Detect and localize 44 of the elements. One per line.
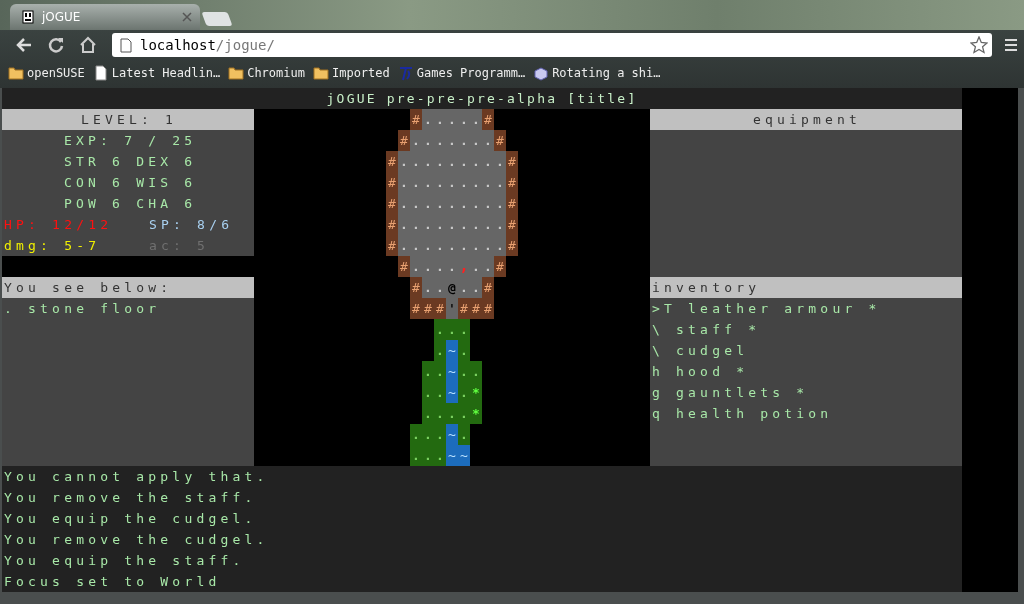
bookmark-item[interactable]: Chromium	[228, 65, 305, 81]
inventory-item[interactable]: h hood *	[650, 361, 962, 382]
panel-header: equipment	[650, 109, 962, 130]
inventory-item[interactable]: \ staff *	[650, 319, 962, 340]
menu-icon[interactable]	[1004, 38, 1018, 52]
bookmark-item[interactable]: openSUSE	[8, 65, 85, 81]
reload-icon[interactable]	[46, 35, 66, 55]
log-message: You remove the staff.	[3, 489, 258, 507]
new-tab-button[interactable]	[201, 12, 233, 26]
panel-header: inventory	[650, 277, 962, 298]
close-icon[interactable]	[182, 12, 192, 22]
log-message: You cannot apply that.	[3, 468, 270, 486]
letter-logo-icon	[397, 65, 414, 81]
stat-value: SP: 8/6	[149, 216, 234, 234]
url-text: localhost/jogue/	[140, 37, 275, 53]
stat-value: HP: 12/12	[4, 216, 114, 234]
stat-line: EXP: 7 / 25	[63, 132, 198, 150]
stat-line: CON 6 WIS 6	[63, 174, 198, 192]
folder-icon	[228, 65, 245, 81]
log-message: Focus set to World	[3, 573, 222, 591]
bookmark-item[interactable]: Rotating a shi…	[533, 65, 661, 81]
bookmark-item[interactable]: Games Programm…	[397, 65, 526, 81]
bookmark-item[interactable]: Latest Headlin…	[92, 65, 221, 81]
inventory-item[interactable]: g gauntlets *	[650, 382, 962, 403]
home-icon[interactable]	[78, 35, 98, 55]
bookmark-item[interactable]: Imported	[312, 65, 390, 81]
address-bar[interactable]: localhost/jogue/	[112, 33, 992, 57]
panel-header: You see below:	[2, 277, 254, 298]
ground-item: . stone floor	[3, 300, 162, 318]
panel-header: LEVEL: 1	[2, 109, 254, 130]
inventory-item[interactable]: \ cudgel	[650, 340, 962, 361]
game-title: jOGUE pre-pre-pre-alpha [title]	[2, 88, 962, 109]
stat-line: POW 6 CHA 6	[63, 195, 198, 213]
inventory-item[interactable]: q health potion	[650, 403, 962, 424]
inventory-item[interactable]: >T leather armour *	[650, 298, 962, 319]
star-icon[interactable]	[970, 36, 988, 54]
log-message: You remove the cudgel.	[3, 531, 270, 549]
stat-line: STR 6 DEX 6	[63, 153, 198, 171]
log-message: You equip the cudgel.	[3, 510, 258, 528]
log-message: You equip the staff.	[3, 552, 246, 570]
folder-icon	[8, 65, 24, 81]
folder-icon	[312, 65, 329, 81]
stat-value: dmg: 5-7	[4, 237, 102, 255]
cube-icon	[533, 65, 550, 81]
